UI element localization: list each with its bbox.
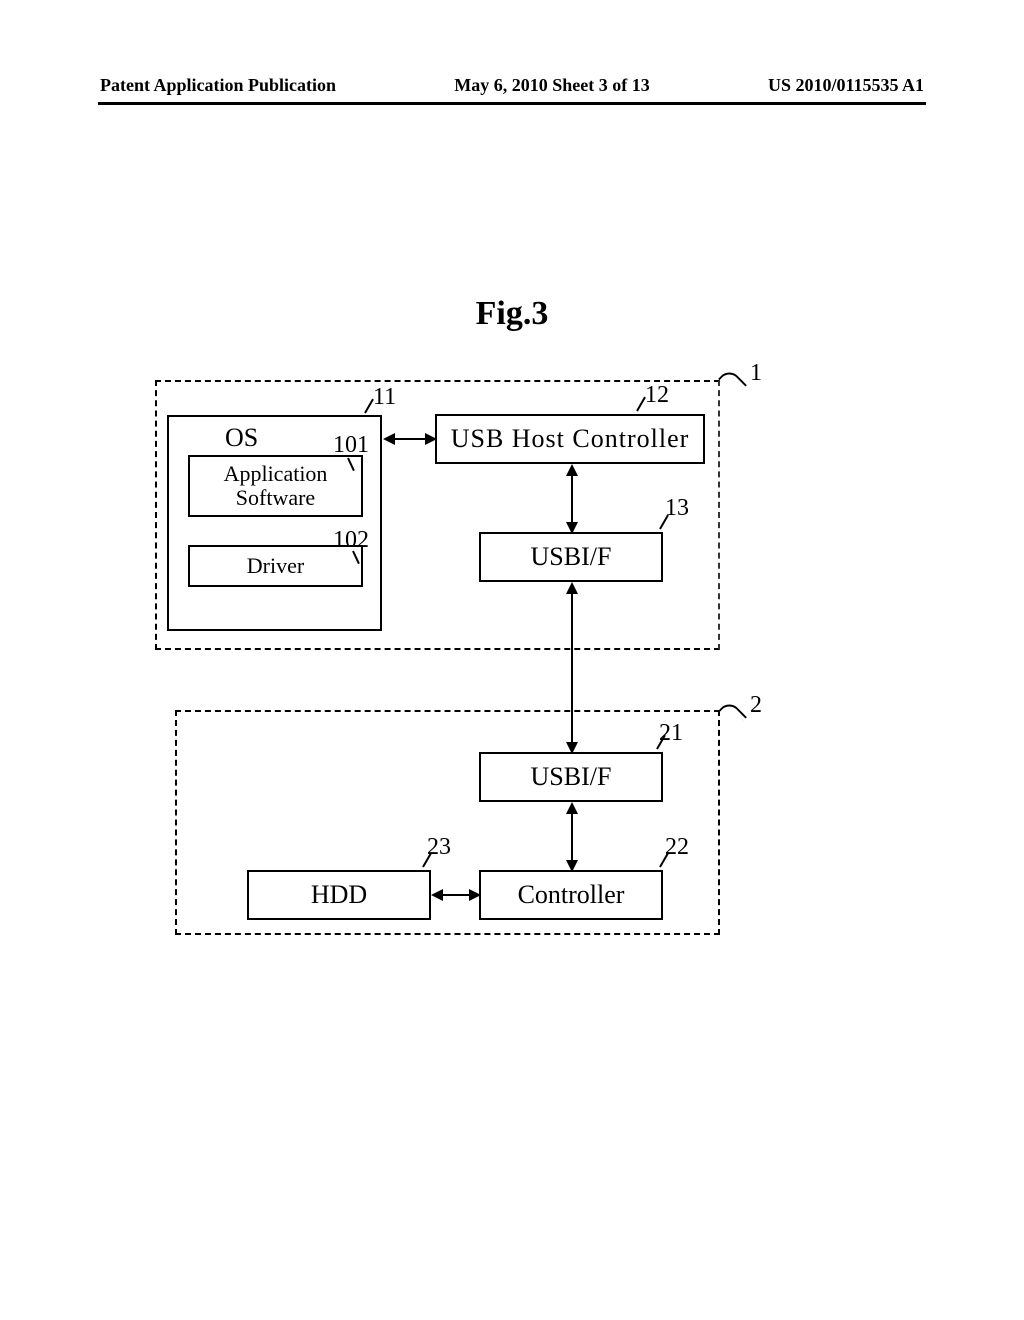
arrowhead-right-icon — [425, 433, 437, 445]
ref-21: 21 — [659, 720, 683, 747]
pub-type: Patent Application Publication — [100, 75, 336, 96]
ref-1: 1 — [750, 360, 762, 387]
arrowhead-right-icon — [469, 889, 481, 901]
arrowhead-down-icon — [566, 742, 578, 754]
page-header: Patent Application Publication May 6, 20… — [100, 75, 924, 100]
arrowhead-left-icon — [383, 433, 395, 445]
arrow-usbif2-controller — [571, 812, 573, 862]
arrowhead-up-icon — [566, 582, 578, 594]
ref-22: 22 — [665, 834, 689, 861]
usbif-device-block: USBI/F — [479, 752, 663, 802]
arrowhead-up-icon — [566, 802, 578, 814]
controller-label: Controller — [518, 880, 625, 910]
pub-date-sheet: May 6, 2010 Sheet 3 of 13 — [454, 75, 649, 96]
ref-11: 11 — [373, 384, 396, 411]
lead-curve-2 — [718, 700, 747, 729]
usbif2-label: USBI/F — [531, 762, 612, 792]
controller-block: Controller — [479, 870, 663, 920]
pub-number: US 2010/0115535 A1 — [768, 75, 924, 96]
ref-2: 2 — [750, 692, 762, 719]
ref-13: 13 — [665, 495, 689, 522]
lead-curve-1 — [718, 368, 747, 397]
arrow-usbif1-usbif2 — [571, 592, 573, 744]
hdd-label: HDD — [311, 880, 367, 910]
arrowhead-down-icon — [566, 860, 578, 872]
hdd-block: HDD — [247, 870, 431, 920]
app-software-label: Application Software — [224, 462, 328, 510]
figure-title: Fig.3 — [0, 295, 1024, 333]
arrow-hdd-controller — [441, 894, 471, 896]
usb-host-label: USB Host Controller — [451, 424, 690, 454]
diagram-canvas: OS Application Software Driver USB Host … — [155, 380, 725, 980]
usb-host-controller-block: USB Host Controller — [435, 414, 705, 464]
usbif-host-block: USBI/F — [479, 532, 663, 582]
ref-102: 102 — [333, 527, 369, 554]
header-rule — [98, 102, 926, 105]
driver-label: Driver — [247, 554, 304, 578]
arrowhead-left-icon — [431, 889, 443, 901]
ref-12: 12 — [645, 382, 669, 409]
usbif1-label: USBI/F — [531, 542, 612, 572]
ref-101: 101 — [333, 432, 369, 459]
ref-23: 23 — [427, 834, 451, 861]
arrowhead-down-icon — [566, 522, 578, 534]
arrow-os-usbhost — [393, 438, 427, 440]
app-software-block: Application Software — [188, 455, 363, 517]
arrow-usbhost-usbif1 — [571, 474, 573, 524]
arrowhead-up-icon — [566, 464, 578, 476]
